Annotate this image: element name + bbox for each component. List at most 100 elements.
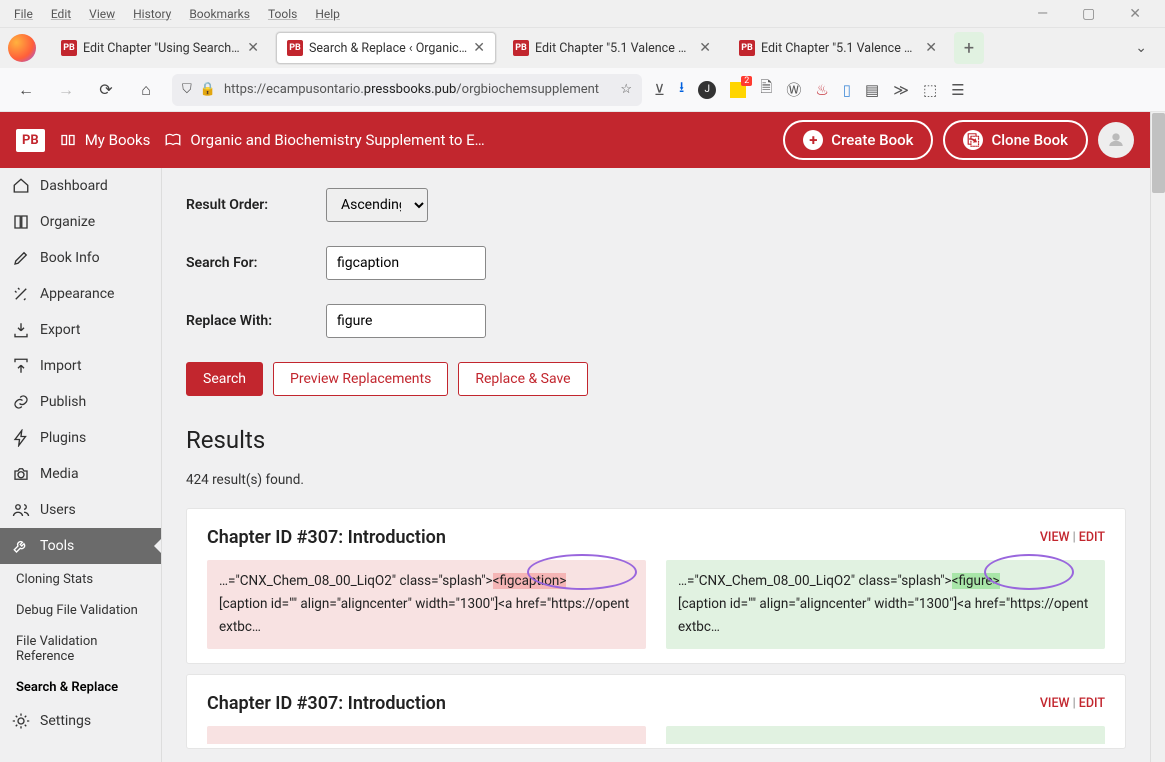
result-title: Chapter ID #307: Introduction [207,693,446,714]
sidebar-sub-debug-file-validation[interactable]: Debug File Validation [0,595,161,626]
sidebar-item-label: Media [40,466,79,482]
sidebar-item-label: Export [40,322,80,338]
sidebar-item-tools[interactable]: Tools [0,528,161,564]
sidebar-item-label: Tools [40,538,74,554]
scrollbar-thumb[interactable] [1152,113,1165,193]
sidebar-item-book-info[interactable]: Book Info [0,240,161,276]
result-edit-link[interactable]: EDIT [1079,530,1105,545]
sidebar-item-users[interactable]: Users [0,492,161,528]
pressbooks-logo[interactable]: PB [16,129,45,152]
mybooks-label: My Books [85,131,151,149]
close-icon[interactable]: ✕ [699,40,711,56]
sidebar-sub-search-&-replace[interactable]: Search & Replace [0,672,161,703]
sidebar-item-label: Book Info [40,250,100,266]
diff-removed [207,726,646,744]
os-menubar: File Edit View History Bookmarks Tools H… [0,0,1165,28]
tab-title: Edit Chapter "5.1 Valence Bond [761,41,919,56]
main-content: Result Order: Ascending Search For: Repl… [162,168,1150,762]
clone-book-button[interactable]: ⎘ Clone Book [943,120,1088,160]
shield-icon[interactable]: ⛉ [182,82,192,97]
result-order-label: Result Order: [186,197,326,213]
replace-save-button[interactable]: Replace & Save [458,362,587,396]
mybooks-link[interactable]: My Books [59,131,151,149]
firefox-icon[interactable] [8,34,36,62]
pocket-icon[interactable]: ⊻ [654,81,665,99]
extension-icon[interactable]: ♨ [815,81,828,99]
lock-icon[interactable]: 🔒 [200,82,216,97]
sidebar-item-export[interactable]: Export [0,312,161,348]
sidebar-item-plugins[interactable]: Plugins [0,420,161,456]
extension-icon[interactable] [730,82,746,98]
sidebar-item-publish[interactable]: Publish [0,384,161,420]
scrollbar[interactable] [1150,112,1165,762]
window-maximize[interactable]: ▢ [1074,2,1103,26]
close-icon[interactable]: ✕ [247,40,259,56]
browser-tab[interactable]: PB Edit Chapter "5.1 Valence Bond ✕ [502,32,722,64]
result-view-link[interactable]: VIEW [1040,530,1070,545]
extension-icon[interactable]: ▤ [865,81,879,99]
tabs-overflow-icon[interactable]: ⌄ [1125,40,1157,56]
download-icon[interactable]: ⭳ [679,77,684,102]
hamburger-icon[interactable]: ☰ [951,81,964,99]
reload-button[interactable]: ⟳ [92,76,120,104]
address-bar[interactable]: ⛉ 🔒 https://ecampusontario.pressbooks.pu… [172,74,642,106]
browser-tab[interactable]: PB Search & Replace ‹ Organic and ✕ [276,32,496,64]
close-icon[interactable]: ✕ [925,40,937,56]
menu-help[interactable]: Help [307,3,348,25]
sidebar-item-label: Settings [40,713,91,729]
result-edit-link[interactable]: EDIT [1079,696,1105,711]
menu-bookmarks[interactable]: Bookmarks [181,3,258,25]
results-count: 424 result(s) found. [186,472,1126,488]
window-close[interactable]: ✕ [1121,2,1149,26]
plus-icon: ⎘ [963,130,983,150]
sidebar-item-label: Dashboard [40,178,108,194]
new-tab-button[interactable]: + [954,32,984,64]
sidebar-item-settings[interactable]: Settings [0,703,161,739]
clone-book-label: Clone Book [991,131,1068,149]
sidebar-item-import[interactable]: Import [0,348,161,384]
star-icon[interactable]: ☆ [620,82,632,97]
sidebar-item-media[interactable]: Media [0,456,161,492]
sidebar-item-dashboard[interactable]: Dashboard [0,168,161,204]
sidebar-sub-file-validation-reference[interactable]: File Validation Reference [0,626,161,672]
browser-toolbar: ← → ⟳ ⌂ ⛉ 🔒 https://ecampusontario.press… [0,68,1165,112]
highlight-removed: <figcaption> [493,573,567,589]
close-icon[interactable]: ✕ [473,40,485,56]
preview-button[interactable]: Preview Replacements [273,362,448,396]
browser-tab[interactable]: PB Edit Chapter "5.1 Valence Bond ✕ [728,32,948,64]
create-book-button[interactable]: + Create Book [783,120,933,160]
extension-icon[interactable]: Ⓦ [786,79,801,100]
window-minimize[interactable]: ― [1029,2,1056,26]
result-card: Chapter ID #307: Introduction VIEW | EDI… [186,508,1126,664]
home-button[interactable]: ⌂ [132,76,160,104]
result-order-select[interactable]: Ascending [326,188,428,222]
menu-history[interactable]: History [125,3,179,25]
menu-tools[interactable]: Tools [260,3,305,25]
search-button[interactable]: Search [186,362,263,396]
search-for-input[interactable] [326,246,486,280]
menu-edit[interactable]: Edit [43,3,79,25]
sidebar-item-label: Import [40,358,82,374]
replace-with-input[interactable] [326,304,486,338]
menu-file[interactable]: File [6,3,41,25]
diff-removed: …="CNX_Chem_08_00_LiqO2" class="splash">… [207,560,646,649]
book-title-link[interactable]: Organic and Biochemistry Supplement to E… [164,131,484,149]
browser-tab[interactable]: PB Edit Chapter "Using Search & R… ✕ [50,32,270,64]
avatar[interactable] [1098,122,1134,158]
extension-icon[interactable]: J [698,81,716,99]
search-for-label: Search For: [186,255,326,271]
sidebar-item-organize[interactable]: Organize [0,204,161,240]
extension-icon[interactable]: 🗎 [760,77,772,102]
diff-added [666,726,1105,744]
highlight-added: <figure> [952,573,1000,589]
sidebar-item-appearance[interactable]: Appearance [0,276,161,312]
overflow-icon[interactable]: ≫ [893,81,909,99]
extension-icon[interactable]: ⬚ [923,81,937,99]
menu-view[interactable]: View [81,3,123,25]
sidebar-item-label: Plugins [40,430,86,446]
back-button[interactable]: ← [12,76,40,104]
extension-icon[interactable]: ▯ [843,81,851,99]
app-header: PB My Books Organic and Biochemistry Sup… [0,112,1150,168]
result-view-link[interactable]: VIEW [1040,696,1070,711]
sidebar-sub-cloning-stats[interactable]: Cloning Stats [0,564,161,595]
